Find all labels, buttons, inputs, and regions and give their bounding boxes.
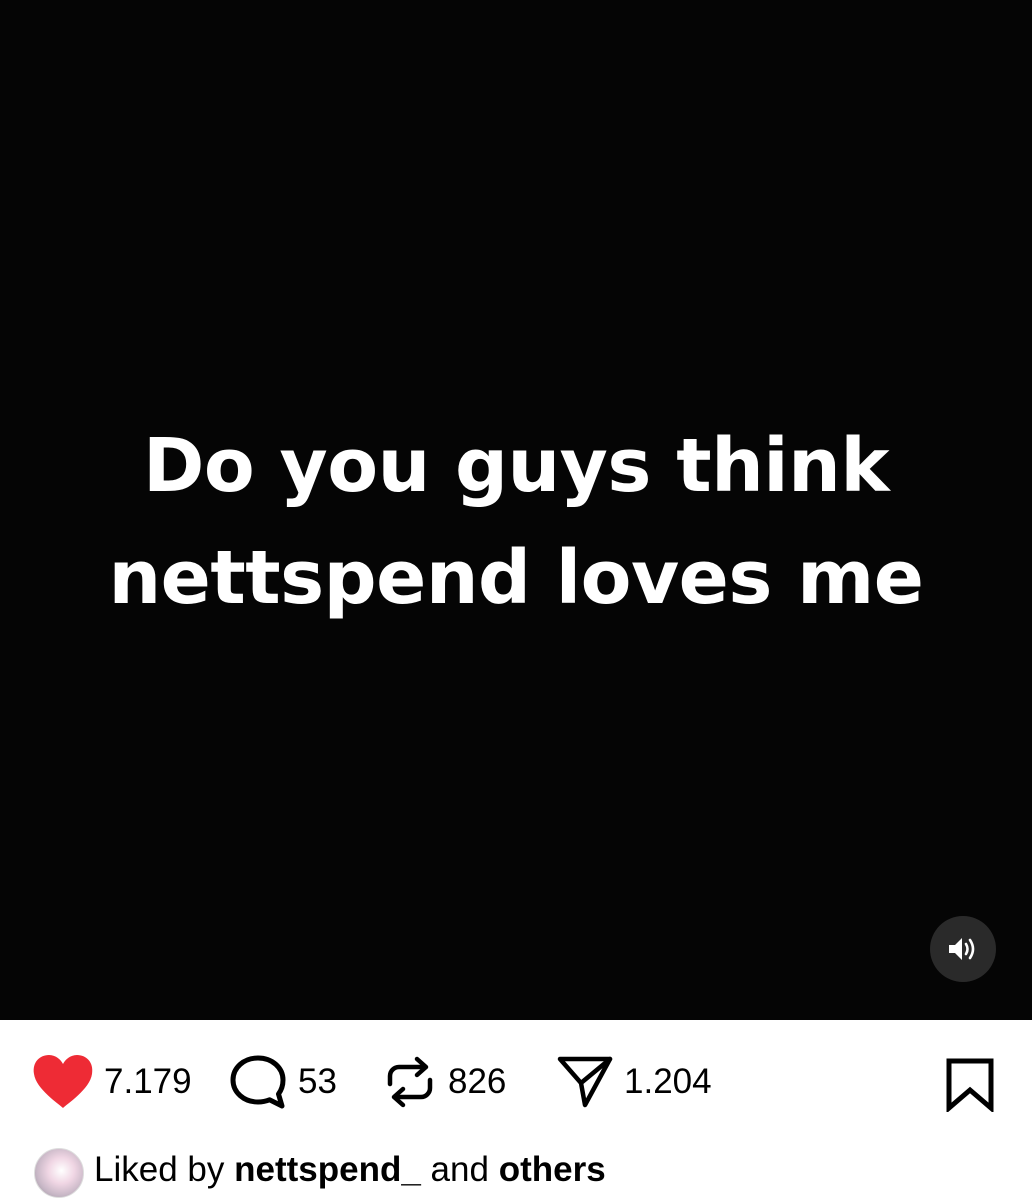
repost-count: 826 [448, 1062, 507, 1101]
sound-toggle-button[interactable] [930, 916, 996, 982]
speaker-on-icon [949, 938, 975, 960]
liked-by-prefix: Liked by [94, 1150, 225, 1189]
liked-by-row: Liked by nettspend_ and others [0, 1140, 1032, 1200]
caption-line-1: Do you guys think [142, 423, 890, 509]
bookmark-icon [946, 1058, 994, 1114]
share-button[interactable]: 1.204 [556, 1052, 712, 1112]
comment-bubble-icon [230, 1055, 286, 1109]
comment-button[interactable]: 53 [228, 1052, 337, 1112]
post-media[interactable]: Do you guys think nettspend loves me [0, 0, 1032, 1020]
heart-filled-icon [33, 1055, 93, 1108]
action-bar: 7.179 53 826 1.204 [0, 1020, 1032, 1144]
send-paper-plane-icon [557, 1056, 613, 1108]
save-button[interactable] [944, 1058, 996, 1117]
like-count: 7.179 [104, 1062, 192, 1101]
post-caption: Do you guys think nettspend loves me [0, 410, 1032, 634]
liked-by-and: and [430, 1150, 489, 1189]
repost-icon [387, 1056, 433, 1108]
caption-line-2: nettspend loves me [108, 535, 924, 621]
like-button[interactable]: 7.179 [32, 1052, 192, 1112]
liked-by-text: Liked by nettspend_ and others [94, 1150, 606, 1190]
liked-by-username[interactable]: nettspend_ [234, 1150, 421, 1189]
repost-button[interactable]: 826 [382, 1052, 506, 1112]
liker-avatar[interactable] [34, 1148, 84, 1198]
comment-count: 53 [298, 1062, 337, 1101]
share-count: 1.204 [624, 1062, 712, 1101]
liked-by-others[interactable]: others [499, 1150, 606, 1189]
